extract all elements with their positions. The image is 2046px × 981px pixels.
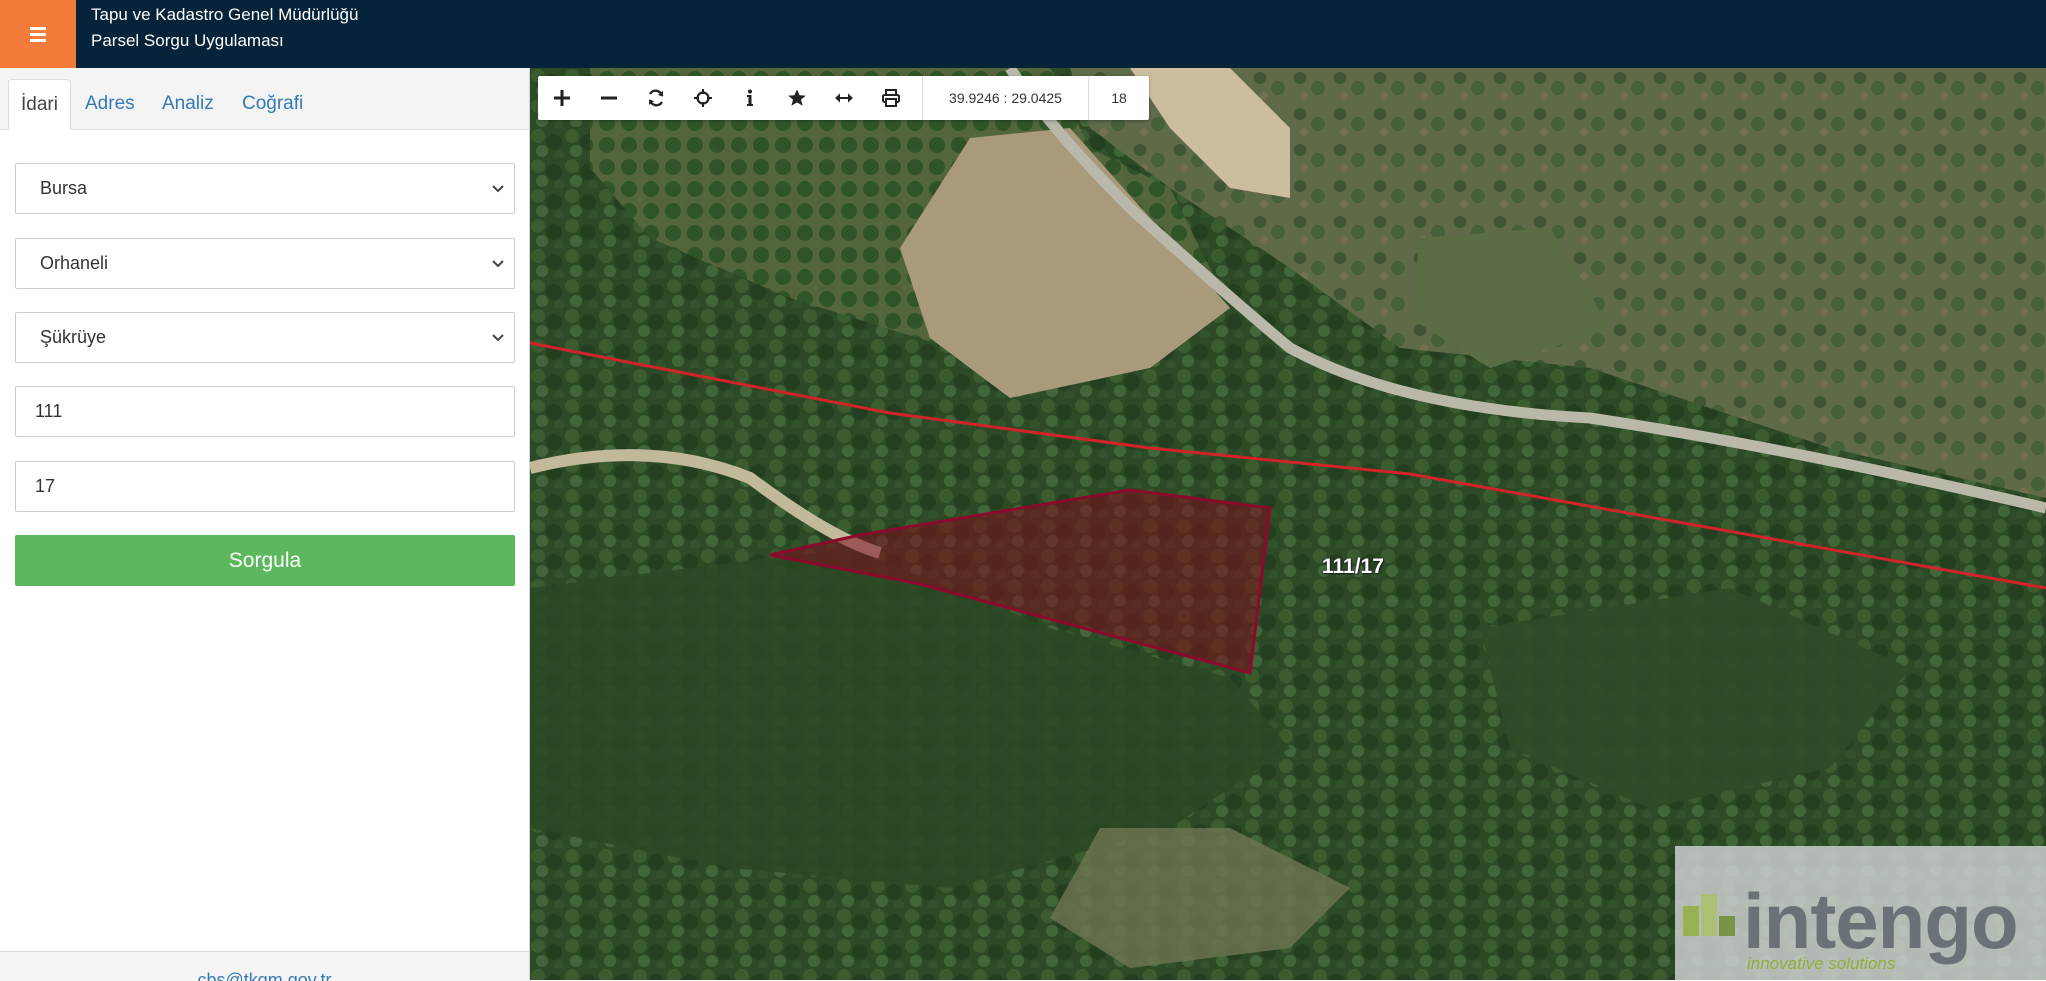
favorite-button[interactable] bbox=[773, 76, 820, 120]
app-title: Parsel Sorgu Uygulaması bbox=[91, 31, 284, 50]
plus-icon bbox=[553, 90, 570, 106]
tab-bar: İdari Adres Analiz Coğrafi bbox=[0, 68, 529, 130]
print-icon bbox=[881, 89, 900, 107]
menu-button[interactable] bbox=[0, 0, 76, 68]
sidebar-footer: cbs@tkgm.gov.tr bbox=[0, 951, 529, 981]
block-value: 111 bbox=[35, 401, 63, 421]
map-view[interactable]: 39.9246 : 29.0425 18 111/17 intengo inno… bbox=[530, 68, 2046, 980]
neighborhood-value: Şükrüye bbox=[40, 327, 107, 347]
app-brand: Tapu ve Kadastro Genel Müdürlüğü Parsel … bbox=[91, 2, 358, 54]
zoom-level-readout: 18 bbox=[1111, 90, 1127, 106]
tab-idari[interactable]: İdari bbox=[8, 79, 71, 130]
block-input[interactable]: 111 bbox=[15, 386, 515, 437]
contact-email-link[interactable]: cbs@tkgm.gov.tr bbox=[0, 970, 529, 981]
query-button[interactable]: Sorgula bbox=[15, 535, 515, 586]
sidebar: İdari Adres Analiz Coğrafi Bursa Orhanel… bbox=[0, 68, 530, 981]
crosshair-icon bbox=[693, 89, 712, 107]
measure-icon bbox=[834, 93, 853, 103]
parcel-value: 17 bbox=[35, 476, 56, 496]
tab-cografi[interactable]: Coğrafi bbox=[230, 79, 315, 130]
district-select[interactable]: Orhaneli bbox=[15, 238, 515, 289]
map-toolbar: 39.9246 : 29.0425 18 bbox=[538, 76, 1149, 120]
district-value: Orhaneli bbox=[40, 253, 109, 273]
province-select[interactable]: Bursa bbox=[15, 163, 515, 214]
watermark-wordmark: intengo bbox=[1743, 877, 2019, 965]
logo-icon bbox=[1683, 894, 1735, 936]
chevron-down-icon bbox=[492, 334, 504, 342]
neighborhood-select[interactable]: Şükrüye bbox=[15, 312, 515, 363]
print-button[interactable] bbox=[867, 76, 914, 120]
tab-adres[interactable]: Adres bbox=[73, 79, 147, 130]
chevron-down-icon bbox=[492, 185, 504, 193]
intengo-watermark: intengo innovative solutions bbox=[1675, 846, 2046, 980]
org-title: Tapu ve Kadastro Genel Müdürlüğü bbox=[91, 5, 359, 24]
minus-icon bbox=[600, 96, 617, 100]
watermark-tagline: innovative solutions bbox=[1747, 954, 1896, 973]
parcel-label: 111/17 bbox=[1322, 555, 1384, 578]
refresh-button[interactable] bbox=[632, 76, 679, 120]
refresh-icon bbox=[648, 89, 663, 107]
star-icon bbox=[787, 89, 806, 106]
aerial-imagery bbox=[530, 68, 2046, 980]
locate-button[interactable] bbox=[679, 76, 726, 120]
info-icon bbox=[746, 89, 753, 106]
province-value: Bursa bbox=[40, 178, 88, 198]
zoom-in-button[interactable] bbox=[538, 76, 585, 120]
parcel-input[interactable]: 17 bbox=[15, 461, 515, 512]
info-button[interactable] bbox=[726, 76, 773, 120]
chevron-down-icon bbox=[492, 260, 504, 268]
zoom-out-button[interactable] bbox=[585, 76, 632, 120]
top-bar: Tapu ve Kadastro Genel Müdürlüğü Parsel … bbox=[0, 0, 2046, 68]
tab-analiz[interactable]: Analiz bbox=[150, 79, 226, 130]
hamburger-icon bbox=[30, 27, 46, 42]
measure-button[interactable] bbox=[820, 76, 867, 120]
coordinate-readout: 39.9246 : 29.0425 bbox=[922, 76, 1089, 120]
